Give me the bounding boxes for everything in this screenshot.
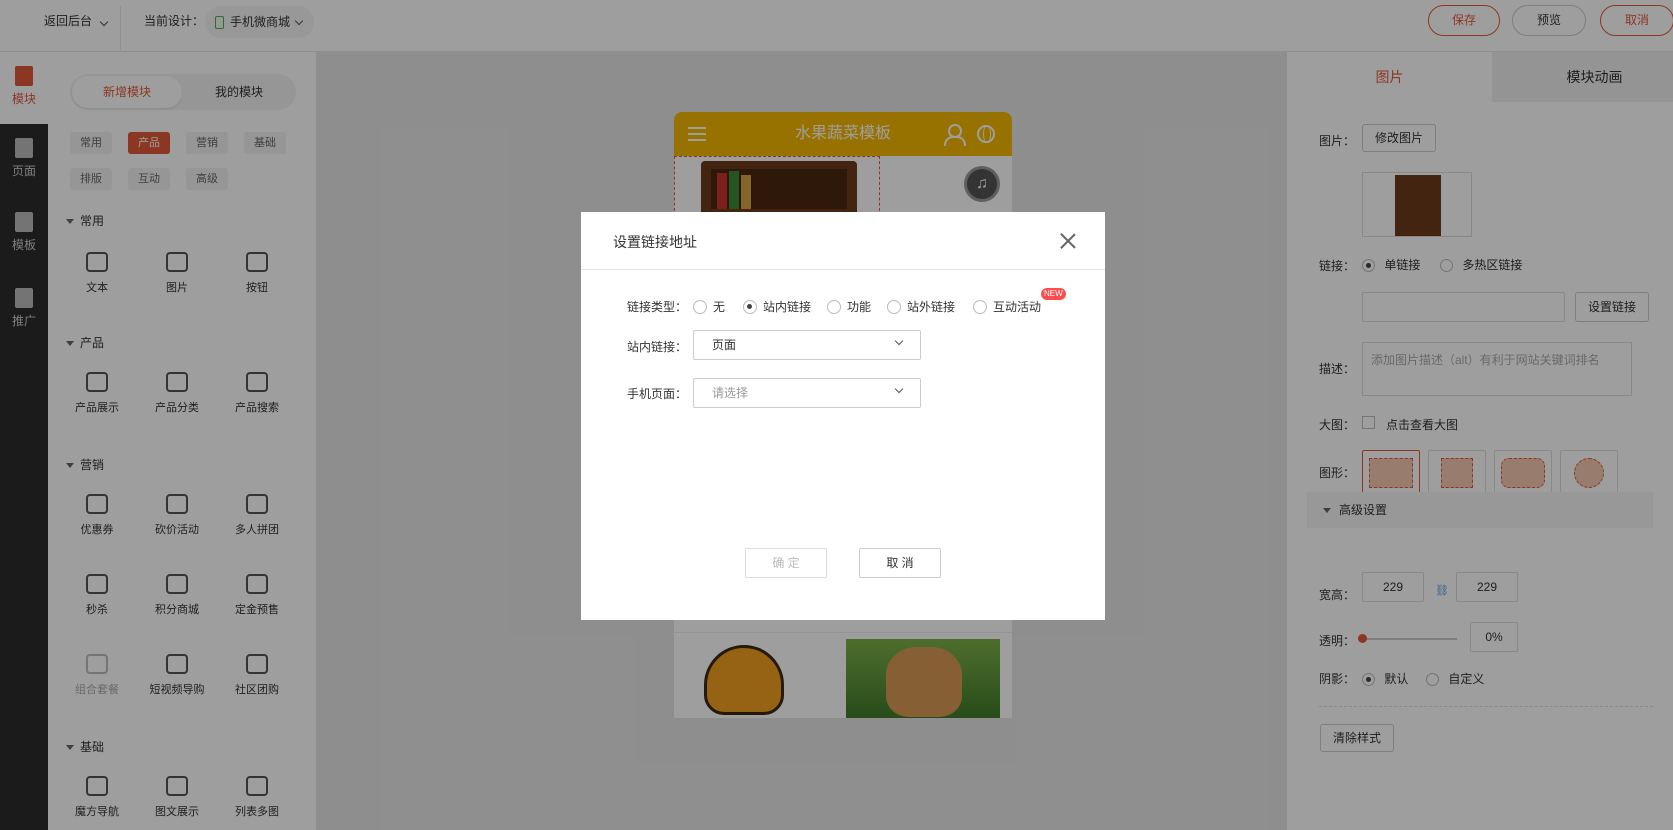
radio-checked xyxy=(743,299,757,314)
new-badge: NEW xyxy=(1041,288,1066,300)
link-type-option-label: 互动活动 xyxy=(993,300,1042,314)
link-type-internal[interactable]: 站内链接 xyxy=(743,298,811,315)
internal-link-value: 页面 xyxy=(712,338,737,352)
link-type-function[interactable]: 功能 xyxy=(827,298,871,315)
dialog-title: 设置链接地址 xyxy=(613,234,697,250)
chevron-down-icon xyxy=(894,336,904,346)
chevron-down-icon xyxy=(894,384,904,394)
link-type-option-label: 站内链接 xyxy=(763,300,812,314)
dialog-cancel-button[interactable]: 取 消 xyxy=(859,548,941,578)
internal-link-label: 站内链接： xyxy=(627,340,688,354)
internal-link-select[interactable]: 页面 xyxy=(693,330,921,360)
mobile-page-label: 手机页面： xyxy=(627,387,688,401)
set-link-dialog: 设置链接地址 链接类型： 无 站内链接 功能 站外链接 互动活动 NEW 站内链… xyxy=(581,212,1105,620)
radio-unchecked xyxy=(887,299,901,314)
link-type-external[interactable]: 站外链接 xyxy=(887,298,955,315)
mobile-page-placeholder: 请选择 xyxy=(712,386,749,400)
link-type-option-label: 站外链接 xyxy=(907,300,956,314)
link-type-option-label: 功能 xyxy=(847,300,872,314)
link-type-none[interactable]: 无 xyxy=(693,298,725,315)
radio-unchecked xyxy=(973,299,987,314)
link-type-interactive[interactable]: 互动活动 xyxy=(973,298,1041,315)
mobile-page-select[interactable]: 请选择 xyxy=(693,378,921,408)
close-icon[interactable] xyxy=(1059,232,1077,250)
dialog-header: 设置链接地址 xyxy=(581,212,1105,270)
confirm-button[interactable]: 确 定 xyxy=(745,548,827,578)
radio-unchecked xyxy=(827,299,841,314)
link-type-option-label: 无 xyxy=(713,300,726,314)
radio-unchecked xyxy=(693,299,707,314)
link-type-label: 链接类型： xyxy=(627,300,688,314)
